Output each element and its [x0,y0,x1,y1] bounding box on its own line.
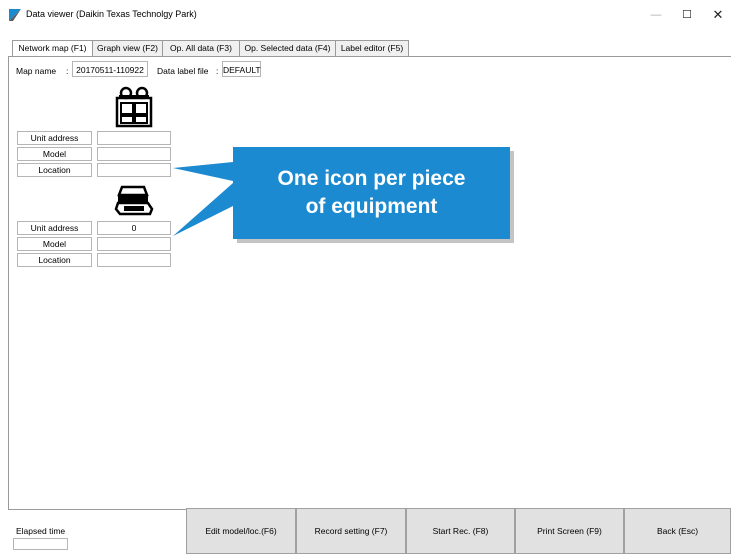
edit-model-loc-button[interactable]: Edit model/loc.(F6) [186,508,296,554]
unit2-location-value [97,253,171,267]
tab-op-selected-data[interactable]: Op. Selected data (F4) [239,40,336,56]
unit2-model-value [97,237,171,251]
app-icon [9,9,21,21]
minimize-button[interactable]: — [641,4,671,26]
title-bar: Data viewer (Daikin Texas Technolgy Park… [0,0,731,30]
outdoor-unit-icon[interactable] [114,86,154,128]
map-name-label: Map name [16,66,57,76]
tab-network-map[interactable]: Network map (F1) [12,40,93,57]
elapsed-time-label: Elapsed time [16,526,66,536]
data-label-file-value: DEFAULT [222,61,261,77]
callout-line-2: of equipment [305,195,438,218]
map-name-colon: : [66,66,69,76]
maximize-button[interactable]: ☐ [672,4,702,26]
tab-label-editor[interactable]: Label editor (F5) [335,40,409,56]
elapsed-time-value [13,538,68,550]
start-rec-button[interactable]: Start Rec. (F8) [406,508,515,554]
callout-text: One icon per piece of equipment [233,147,510,239]
unit1-location-label: Location [17,163,92,177]
unit1-model-label: Model [17,147,92,161]
data-label-file-colon: : [216,66,219,76]
unit2-address-label: Unit address [17,221,92,235]
record-setting-button[interactable]: Record setting (F7) [296,508,406,554]
unit1-model-value [97,147,171,161]
tab-graph-view[interactable]: Graph view (F2) [92,40,163,56]
callout-line-1: One icon per piece [277,167,466,190]
tab-op-all-data[interactable]: Op. All data (F3) [162,40,240,56]
cassette-unit-icon[interactable] [114,183,154,217]
window-title: Data viewer (Daikin Texas Technolgy Park… [26,9,197,19]
map-name-value: 20170511-110922 [72,61,148,77]
unit2-address-value: 0 [97,221,171,235]
unit2-model-label: Model [17,237,92,251]
back-button[interactable]: Back (Esc) [624,508,731,554]
footer-bar: Elapsed time Edit model/loc.(F6) Record … [0,508,731,554]
unit2-location-label: Location [17,253,92,267]
data-label-file-label: Data label file [157,66,209,76]
unit1-address-label: Unit address [17,131,92,145]
unit1-location-value [97,163,171,177]
close-button[interactable]: ✕ [703,4,731,26]
print-screen-button[interactable]: Print Screen (F9) [515,508,624,554]
unit1-address-value [97,131,171,145]
